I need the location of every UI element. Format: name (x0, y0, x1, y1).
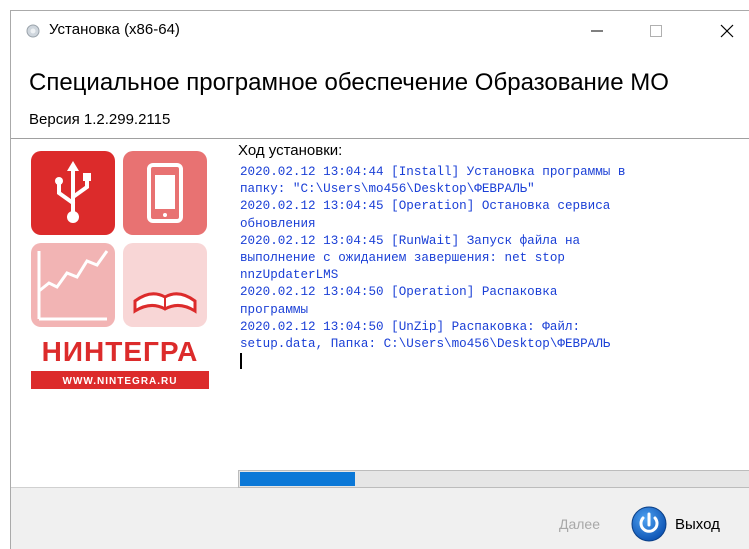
log-line: 2020.02.12 13:04:50 [UnZip] Распаковка: … (240, 319, 581, 334)
install-progress-label: Ход установки: (238, 142, 343, 159)
log-line: обновления (240, 216, 316, 231)
window-title: Установка (x86-64) (49, 21, 180, 38)
installer-footer: Далее Выход (11, 488, 749, 549)
minimize-button[interactable] (574, 11, 620, 50)
usb-icon (31, 151, 115, 235)
phone-icon (123, 151, 207, 235)
installer-header: Специальное програмное обеспечение Образ… (11, 50, 749, 139)
log-line: папку: "C:\Users\mo456\Desktop\ФЕВРАЛЬ" (240, 182, 535, 197)
text-caret (240, 353, 749, 371)
maximize-button[interactable] (633, 11, 679, 50)
log-line: 2020.02.12 13:04:44 [Install] Установка … (240, 165, 626, 179)
install-progress-bar (238, 470, 749, 488)
exit-label: Выход (675, 515, 720, 533)
log-line: setup.data, Папка: C:\Users\mo456\Deskto… (240, 337, 611, 352)
book-icon (123, 243, 207, 327)
progress-fill (240, 472, 356, 486)
log-line: 2020.02.12 13:04:45 [Operation] Остановк… (240, 199, 611, 214)
log-line: выполнение с ожиданием завершения: net s… (240, 251, 565, 266)
next-button[interactable]: Далее (559, 516, 600, 532)
maximize-icon (650, 24, 662, 37)
log-line: nnzUpdaterLMS (240, 268, 339, 283)
nintegra-logo: НИНТЕГРА WWW.NINTEGRA.RU (31, 151, 209, 389)
installer-app-icon (26, 24, 40, 38)
install-log[interactable]: 2020.02.12 13:04:44 [Install] Установка … (240, 164, 749, 456)
installer-content: НИНТЕГРА WWW.NINTEGRA.RU Ход установки: … (11, 139, 749, 488)
log-line: 2020.02.12 13:04:50 [Operation] Распаков… (240, 285, 558, 300)
close-icon (720, 24, 734, 37)
brand-name: НИНТЕГРА (42, 336, 199, 367)
product-name: Специальное програмное обеспечение Образ… (29, 69, 669, 96)
title-bar[interactable]: Установка (x86-64) (11, 11, 749, 50)
log-line: 2020.02.12 13:04:45 [RunWait] Запуск фай… (240, 233, 581, 248)
version-label: Версия 1.2.299.2115 (29, 111, 171, 128)
exit-button[interactable]: Выход (631, 502, 720, 546)
log-line: программы (240, 302, 309, 317)
chart-icon (31, 243, 115, 327)
close-button[interactable] (704, 11, 749, 50)
installer-window: Установка (x86-64) Специальное програмно… (10, 10, 749, 549)
brand-url: WWW.NINTEGRA.RU (63, 376, 178, 387)
minimize-icon (591, 30, 603, 31)
power-icon (631, 506, 667, 542)
